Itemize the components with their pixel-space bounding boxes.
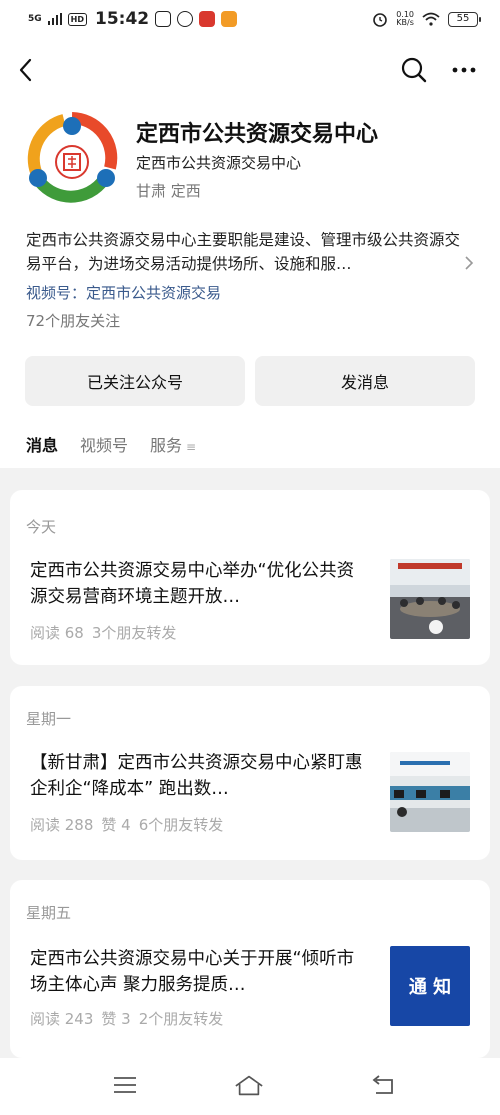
article-title[interactable]: 定西市公共资源交易中心关于开展“倾听市场主体心声 聚力服务提质… xyxy=(30,946,370,998)
signal-icon xyxy=(47,13,62,25)
video-channel-link[interactable]: 视频号：定西市公共资源交易 xyxy=(26,282,221,303)
menu-icon xyxy=(114,1077,136,1093)
return-icon xyxy=(372,1075,393,1094)
signal-label: 5G xyxy=(28,13,42,24)
net-speed: 0.10 KB/s xyxy=(396,11,414,27)
alarm-icon xyxy=(373,13,387,27)
article-thumbnail[interactable] xyxy=(390,559,470,639)
net-speed-unit: KB/s xyxy=(396,18,414,27)
search-button[interactable] xyxy=(398,54,430,86)
account-name: 定西市公共资源交易中心 xyxy=(136,122,379,147)
more-button[interactable] xyxy=(448,54,480,86)
account-location: 甘肃 定西 xyxy=(136,182,201,200)
article-reads: 阅读 68 xyxy=(30,624,84,642)
tab-services-label: 服务 xyxy=(150,436,183,455)
notice-thumbnail[interactable]: 通 知 xyxy=(390,946,470,1026)
article-reads: 阅读 288 xyxy=(30,816,94,834)
account-profile: 定西市公共资源交易中心 定西市公共资源交易中心 甘肃 定西 xyxy=(26,112,476,208)
article-meta: 阅读 243 赞 3 2个朋友转发 xyxy=(30,1008,231,1029)
article-card[interactable]: 星期一 【新甘肃】定西市公共资源交易中心紧盯惠企利企“降成本” 跑出数… 阅读 … xyxy=(10,686,490,860)
status-bar: 5G HD 15:42 0.10 KB/s 55 xyxy=(0,0,500,38)
link-app-icon xyxy=(177,11,194,27)
article-title[interactable]: 定西市公共资源交易中心举办“优化公共资源交易营商环境主题开放… xyxy=(30,558,370,610)
send-message-button[interactable]: 发消息 xyxy=(255,356,475,406)
article-title[interactable]: 【新甘肃】定西市公共资源交易中心紧盯惠企利企“降成本” 跑出数… xyxy=(30,750,370,802)
search-icon xyxy=(401,57,427,83)
account-description[interactable]: 定西市公共资源交易中心主要职能是建设、管理市级公共资源交易平台，为进场交易活动提… xyxy=(26,228,466,276)
video-app-icon xyxy=(155,11,172,27)
status-time: 15:42 xyxy=(95,9,150,29)
account-subtitle: 定西市公共资源交易中心 xyxy=(136,154,302,172)
wifi-icon xyxy=(422,12,440,26)
tab-messages[interactable]: 消息 xyxy=(26,432,59,470)
article-card[interactable]: 今天 定西市公共资源交易中心举办“优化公共资源交易营商环境主题开放… 阅读 68… xyxy=(10,490,490,665)
chevron-right-icon[interactable] xyxy=(464,255,474,271)
tab-bar: 消息 视频号 服务 ≡ xyxy=(26,432,196,470)
home-icon xyxy=(235,1075,263,1096)
article-card[interactable]: 星期五 定西市公共资源交易中心关于开展“倾听市场主体心声 聚力服务提质… 阅读 … xyxy=(10,880,490,1058)
news-app-icon xyxy=(199,11,216,27)
system-nav-bar xyxy=(0,1058,500,1115)
status-right: 0.10 KB/s 55 xyxy=(372,11,481,27)
card-date: 星期五 xyxy=(26,904,72,922)
more-dots-icon xyxy=(452,67,476,73)
article-likes: 赞 4 xyxy=(101,816,131,834)
message-feed: 今天 定西市公共资源交易中心举办“优化公共资源交易营商环境主题开放… 阅读 68… xyxy=(0,468,500,1058)
card-date: 星期一 xyxy=(26,710,72,728)
hd-badge: HD xyxy=(67,12,87,26)
article-meta: 阅读 288 赞 4 6个朋友转发 xyxy=(30,814,231,835)
orange-app-icon xyxy=(221,11,238,27)
back-button[interactable] xyxy=(10,54,42,86)
return-button[interactable] xyxy=(368,1072,398,1098)
account-logo-icon[interactable] xyxy=(26,112,118,204)
card-date: 今天 xyxy=(26,518,57,536)
article-shares: 2个朋友转发 xyxy=(138,1010,224,1028)
home-button[interactable] xyxy=(234,1072,264,1098)
article-reads: 阅读 243 xyxy=(30,1010,94,1028)
tab-services[interactable]: 服务 ≡ xyxy=(150,432,196,462)
tab-video-channel[interactable]: 视频号 xyxy=(80,432,128,462)
followers-count[interactable]: 72个朋友关注 xyxy=(26,310,120,331)
notice-thumbnail-text: 通 知 xyxy=(408,977,452,998)
menu-button[interactable] xyxy=(110,1072,140,1098)
status-left: 5G HD 15:42 xyxy=(28,9,238,29)
back-arrow-icon xyxy=(19,58,32,82)
article-shares: 6个朋友转发 xyxy=(138,816,224,834)
article-thumbnail[interactable] xyxy=(390,752,470,832)
followed-button[interactable]: 已关注公众号 xyxy=(25,356,245,406)
article-meta: 阅读 68 3个朋友转发 xyxy=(30,622,184,643)
article-likes: 赞 3 xyxy=(101,1010,131,1028)
top-nav xyxy=(0,46,500,92)
list-menu-icon: ≡ xyxy=(186,440,197,454)
battery-indicator: 55 xyxy=(448,11,481,27)
article-shares: 3个朋友转发 xyxy=(91,624,177,642)
